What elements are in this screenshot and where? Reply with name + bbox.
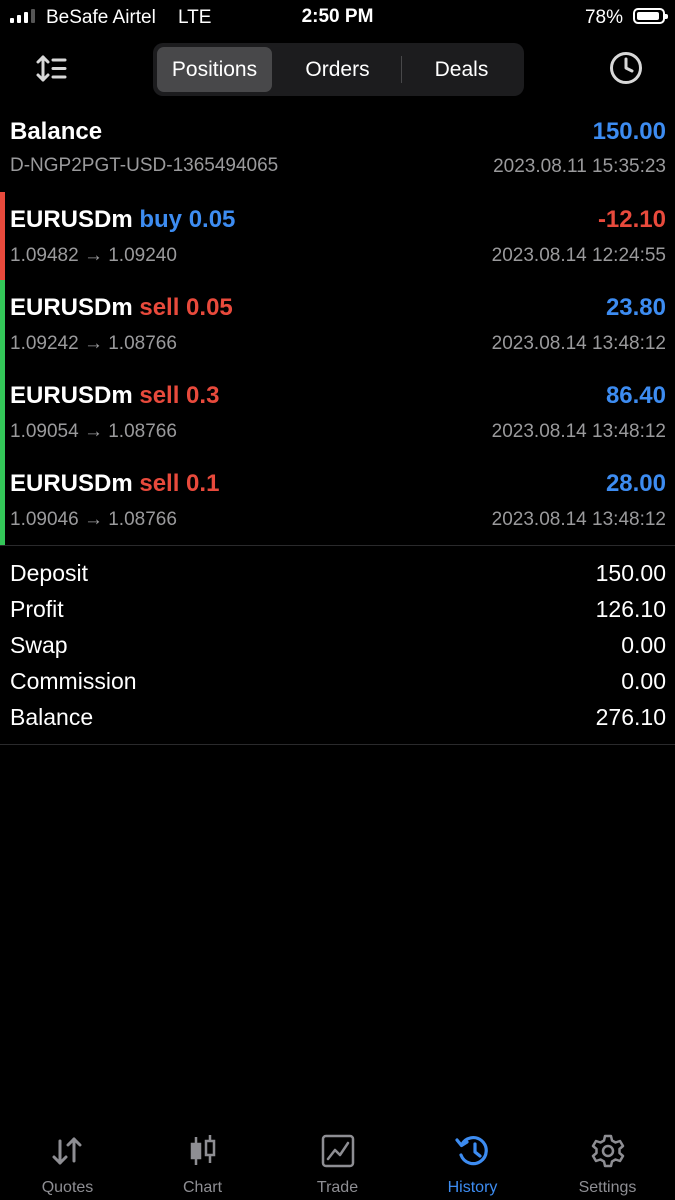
segmented-control: Positions Orders Deals [153, 43, 524, 96]
profit-indicator-bar [0, 368, 5, 456]
balance-row[interactable]: Balance 150.00 D-NGP2PGT-USD-1365494065 … [0, 110, 675, 192]
deal-side-volume: sell 0.3 [139, 382, 220, 409]
status-bar: BeSafe Airtel LTE 2:50 PM 78% [0, 0, 675, 36]
gear-icon [591, 1134, 624, 1168]
deal-side-volume: sell 0.1 [139, 470, 220, 497]
deal-datetime: 2023.08.14 13:48:12 [491, 333, 666, 354]
history-period-button[interactable] [608, 50, 644, 86]
deal-profit: 28.00 [605, 470, 666, 497]
tab-settings[interactable]: Settings [540, 1133, 675, 1197]
deal-prices: 1.09046 → 1.08766 [10, 509, 177, 530]
deal-side-volume: sell 0.05 [139, 294, 233, 321]
deal-row[interactable]: EURUSDm buy 0.05 -12.10 1.09482 → 1.0924… [0, 192, 675, 280]
profit-indicator-bar [0, 456, 5, 545]
deal-symbol: EURUSDm [10, 470, 133, 497]
balance-label: Balance [10, 118, 103, 145]
deal-datetime: 2023.08.14 13:48:12 [491, 421, 666, 442]
divider [0, 744, 675, 745]
candlestick-chart-icon [190, 1135, 215, 1165]
summary-label-swap: Swap [10, 632, 68, 658]
deal-row[interactable]: EURUSDm sell 0.3 86.40 1.09054 → 1.08766… [0, 368, 675, 456]
summary-value-profit: 126.10 [595, 596, 666, 622]
deal-profit: -12.10 [597, 206, 666, 233]
summary-label-profit: Profit [10, 596, 64, 622]
deal-prices: 1.09054 → 1.08766 [10, 421, 177, 442]
battery-percent: 78% [584, 7, 623, 28]
tab-label: Trade [316, 1179, 359, 1196]
deal-profit: 23.80 [605, 294, 666, 321]
sort-icon [36, 55, 67, 82]
balance-amount: 150.00 [592, 118, 666, 145]
tab-label: Quotes [41, 1179, 94, 1196]
status-time: 2:50 PM [301, 6, 374, 27]
tab-label: History [447, 1179, 498, 1196]
balance-datetime: 2023.08.11 15:35:23 [493, 156, 666, 177]
battery-icon [633, 8, 668, 24]
summary-label-deposit: Deposit [10, 560, 88, 586]
deal-row[interactable]: EURUSDm sell 0.05 23.80 1.09242 → 1.0876… [0, 280, 675, 368]
deal-symbol: EURUSDm [10, 382, 133, 409]
tab-trade[interactable]: Trade [270, 1133, 405, 1197]
deal-prices: 1.09482 → 1.09240 [10, 245, 177, 266]
summary-value-swap: 0.00 [621, 632, 666, 658]
tab-label: Settings [578, 1179, 637, 1196]
tab-label: Chart [182, 1179, 223, 1196]
summary-label-commission: Commission [10, 668, 137, 694]
summary-section: Deposit 150.00 Profit 126.10 Swap 0.00 C… [0, 546, 675, 744]
quotes-arrows-icon [52, 1137, 81, 1165]
deal-prices: 1.09242 → 1.08766 [10, 333, 177, 354]
deal-datetime: 2023.08.14 13:48:12 [491, 509, 666, 530]
summary-value-balance: 276.10 [595, 704, 666, 730]
tab-deals[interactable]: Deals [403, 47, 520, 92]
history-clock-icon [454, 1136, 488, 1166]
segment-divider [401, 56, 402, 83]
deal-side-volume: buy 0.05 [139, 206, 236, 233]
history-clock-icon [610, 52, 642, 84]
trade-chart-icon [321, 1134, 354, 1168]
tab-chart[interactable]: Chart [135, 1133, 270, 1197]
tab-quotes[interactable]: Quotes [0, 1133, 135, 1197]
loss-indicator-bar [0, 192, 5, 280]
profit-indicator-bar [0, 280, 5, 368]
sort-button[interactable] [34, 52, 68, 86]
deal-profit: 86.40 [605, 382, 666, 409]
tab-positions[interactable]: Positions [157, 47, 272, 92]
deal-row[interactable]: EURUSDm sell 0.1 28.00 1.09046 → 1.08766… [0, 456, 675, 545]
deal-symbol: EURUSDm [10, 206, 133, 233]
summary-label-balance: Balance [10, 704, 94, 730]
tab-history[interactable]: History [405, 1133, 540, 1197]
deal-symbol: EURUSDm [10, 294, 133, 321]
summary-value-deposit: 150.00 [595, 560, 666, 586]
account-id: D-NGP2PGT-USD-1365494065 [10, 155, 279, 176]
deal-datetime: 2023.08.14 12:24:55 [491, 245, 666, 266]
summary-value-commission: 0.00 [621, 668, 666, 694]
tab-orders[interactable]: Orders [276, 47, 399, 92]
